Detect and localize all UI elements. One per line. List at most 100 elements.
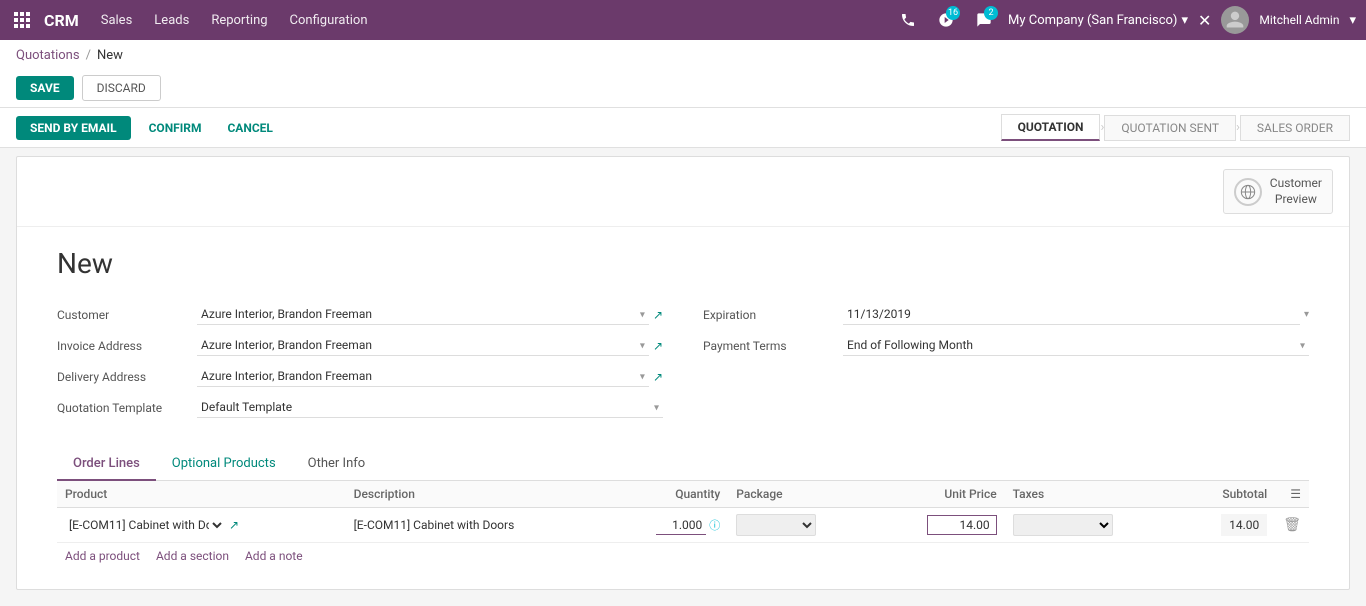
quotation-template-select-wrap[interactable]: Default Template [197,397,663,418]
doc-body: New Customer Azure Interior, Brandon Fre… [17,227,1349,589]
form-left: Customer Azure Interior, Brandon Freeman… [57,304,663,428]
messages-icon[interactable]: 2 [970,6,998,34]
breadcrumb: Quotations / New [16,48,1350,69]
col-quantity: Quantity [607,481,728,508]
quotation-template-label: Quotation Template [57,401,187,415]
menu-leads[interactable]: Leads [152,9,191,32]
customer-select-wrap[interactable]: Azure Interior, Brandon Freeman [197,304,649,325]
topnav-right: 16 2 My Company (San Francisco) ▾ ✕ Mitc… [894,6,1356,34]
taxes-select[interactable] [1013,514,1113,536]
expiration-label: Expiration [703,308,833,322]
invoice-address-label: Invoice Address [57,339,187,353]
invoice-address-select-wrap[interactable]: Azure Interior, Brandon Freeman [197,335,649,356]
delete-row-icon[interactable]: 🗑 [1283,517,1301,533]
doc-card-top: CustomerPreview [17,157,1349,227]
quantity-info-icon[interactable]: ⓘ [709,519,720,532]
col-unit-price: Unit Price [874,481,1005,508]
invoice-address-value-wrap: Azure Interior, Brandon Freeman ↗ [197,335,663,356]
sub-action-bar: SEND BY EMAIL CONFIRM CANCEL QUOTATION ›… [0,108,1366,148]
user-name[interactable]: Mitchell Admin [1259,13,1339,27]
payment-terms-select-wrap[interactable]: End of Following Month [843,335,1309,356]
order-table: Product Description Quantity Package Uni… [57,481,1309,543]
app-brand: CRM [44,11,79,30]
invoice-address-select[interactable]: Azure Interior, Brandon Freeman [197,335,649,356]
doc-title: New [57,247,1309,280]
menu-reporting[interactable]: Reporting [209,9,269,32]
main-menu: Sales Leads Reporting Configuration [99,9,370,32]
save-button[interactable]: SAVE [16,76,74,100]
cell-package [728,508,874,543]
expiration-row: Expiration ▾ [703,304,1309,325]
customer-preview-label: CustomerPreview [1270,176,1322,207]
phone-icon[interactable] [894,6,922,34]
status-sales-order[interactable]: SALES ORDER [1240,115,1350,141]
package-select[interactable] [736,514,816,536]
customer-row: Customer Azure Interior, Brandon Freeman… [57,304,663,325]
form-grid: Customer Azure Interior, Brandon Freeman… [57,304,1309,428]
delivery-ext-link-icon[interactable]: ↗ [653,370,663,384]
breadcrumb-current: New [97,48,123,63]
send-email-button[interactable]: SEND BY EMAIL [16,116,131,140]
col-subtotal: Subtotal [1181,481,1275,508]
customer-select[interactable]: Azure Interior, Brandon Freeman [197,304,649,325]
breadcrumb-parent[interactable]: Quotations [16,48,80,63]
quotation-template-row: Quotation Template Default Template [57,397,663,418]
customer-preview-button[interactable]: CustomerPreview [1223,169,1333,214]
table-row: [E-COM11] Cabinet with Do... ↗ ⓘ [57,508,1309,543]
unit-price-input[interactable] [927,515,997,535]
grid-menu-icon[interactable] [10,8,34,32]
delivery-address-value-wrap: Azure Interior, Brandon Freeman ↗ [197,366,663,387]
expiration-dropdown-icon: ▾ [1304,309,1309,320]
page-header: Quotations / New SAVE DISCARD [0,40,1366,108]
company-selector[interactable]: My Company (San Francisco) ▾ [1008,13,1188,28]
invoice-ext-link-icon[interactable]: ↗ [653,339,663,353]
tabs-bar: Order Lines Optional Products Other Info [57,448,1309,481]
breadcrumb-separator: / [86,48,91,63]
main-content: CustomerPreview New Customer Azure Inter… [0,156,1366,606]
expiration-input[interactable] [843,304,1300,325]
description-input[interactable] [354,518,599,532]
quotation-template-select[interactable]: Default Template [197,397,663,418]
activity-badge: 16 [946,6,960,20]
col-package: Package [728,481,874,508]
status-quotation-sent[interactable]: QUOTATION SENT [1104,115,1236,141]
payment-terms-value-wrap: End of Following Month [843,335,1309,356]
company-name: My Company (San Francisco) [1008,13,1177,28]
activity-icon[interactable]: 16 [932,6,960,34]
status-bar: QUOTATION › QUOTATION SENT › SALES ORDER [1001,114,1350,141]
product-select[interactable]: [E-COM11] Cabinet with Do... [65,517,225,533]
status-quotation[interactable]: QUOTATION [1001,114,1101,141]
col-product: Product [57,481,346,508]
delivery-address-row: Delivery Address Azure Interior, Brandon… [57,366,663,387]
menu-sales[interactable]: Sales [99,9,135,32]
top-navigation: CRM Sales Leads Reporting Configuration … [0,0,1366,40]
payment-terms-row: Payment Terms End of Following Month [703,335,1309,356]
add-section-link[interactable]: Add a section [156,549,229,563]
discard-button[interactable]: DISCARD [82,75,161,101]
cell-delete: 🗑 [1275,508,1309,543]
delivery-address-select-wrap[interactable]: Azure Interior, Brandon Freeman [197,366,649,387]
quantity-input[interactable] [656,516,706,535]
cell-product: [E-COM11] Cabinet with Do... ↗ [57,508,346,543]
add-product-link[interactable]: Add a product [65,549,140,563]
delivery-address-select[interactable]: Azure Interior, Brandon Freeman [197,366,649,387]
add-links: Add a product Add a section Add a note [57,543,1309,569]
customer-ext-link-icon[interactable]: ↗ [653,308,663,322]
cell-quantity: ⓘ [607,508,728,543]
close-icon[interactable]: ✕ [1198,11,1211,30]
tab-optional-products[interactable]: Optional Products [156,448,292,481]
menu-configuration[interactable]: Configuration [288,9,370,32]
confirm-button[interactable]: CONFIRM [141,116,210,140]
add-note-link[interactable]: Add a note [245,549,303,563]
cancel-button[interactable]: CANCEL [219,116,280,140]
tab-other-info[interactable]: Other Info [292,448,382,481]
action-bar: SAVE DISCARD [16,69,1350,107]
delivery-address-label: Delivery Address [57,370,187,384]
col-settings[interactable]: ☰ [1275,481,1309,508]
customer-value-wrap: Azure Interior, Brandon Freeman ↗ [197,304,663,325]
quotation-template-value-wrap: Default Template [197,397,663,418]
globe-icon [1234,178,1262,206]
tab-order-lines[interactable]: Order Lines [57,448,156,481]
payment-terms-select[interactable]: End of Following Month [843,335,1309,356]
product-ext-link-icon[interactable]: ↗ [229,518,239,532]
